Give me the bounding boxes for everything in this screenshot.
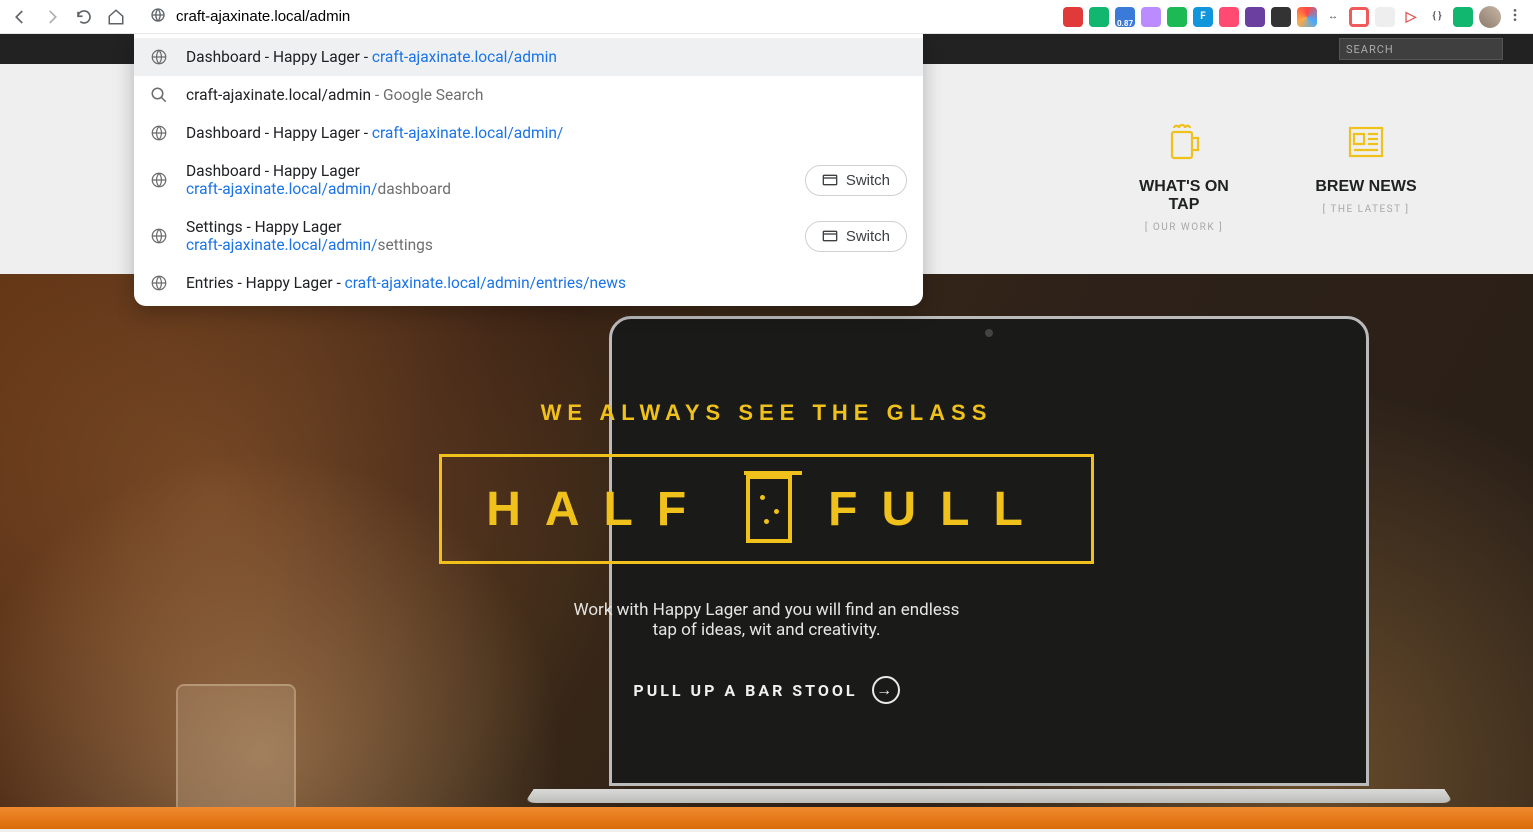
- ext-badge: 0.87: [1115, 19, 1135, 28]
- hero-footer-bar: [0, 807, 1533, 829]
- search-placeholder: SEARCH: [1346, 43, 1394, 56]
- ext-icon[interactable]: [1245, 7, 1265, 27]
- switch-to-tab-button[interactable]: Switch: [805, 165, 907, 196]
- ext-icon[interactable]: [1271, 7, 1291, 27]
- ext-icon[interactable]: { }: [1427, 7, 1447, 27]
- nav-sublabel: [ THE LATEST ]: [1311, 204, 1421, 215]
- hero-cta-link[interactable]: PULL UP A BAR STOOL→: [633, 676, 899, 704]
- suggestion-row[interactable]: Dashboard - Happy Lagercraft-ajaxinate.l…: [134, 152, 923, 208]
- suggestion-row[interactable]: Dashboard - Happy Lager - craft-ajaxinat…: [134, 38, 923, 76]
- suggestion-text: Dashboard - Happy Lagercraft-ajaxinate.l…: [186, 162, 787, 198]
- back-button[interactable]: [10, 7, 30, 27]
- omnibox-suggestions: Dashboard - Happy Lager - craft-ajaxinat…: [134, 34, 923, 306]
- ext-icon[interactable]: [1219, 7, 1239, 27]
- browser-toolbar: 0.87 F ↔ ▷ { }: [0, 0, 1533, 34]
- ext-icon[interactable]: [1453, 7, 1473, 27]
- suggestion-row[interactable]: Settings - Happy Lagercraft-ajaxinate.lo…: [134, 208, 923, 264]
- globe-icon: [150, 171, 168, 189]
- suggestion-text: Dashboard - Happy Lager - craft-ajaxinat…: [186, 124, 907, 142]
- browser-menu-button[interactable]: [1507, 7, 1523, 27]
- site-info-icon[interactable]: [150, 7, 166, 27]
- suggestion-row[interactable]: craft-ajaxinate.local/admin - Google Sea…: [134, 76, 923, 114]
- suggestion-text: Dashboard - Happy Lager - craft-ajaxinat…: [186, 48, 907, 66]
- ext-icon[interactable]: [1167, 7, 1187, 27]
- ext-icon[interactable]: ▷: [1401, 7, 1421, 27]
- hero-section: WE ALWAYS SEE THE GLASS HALF FULL Work w…: [0, 274, 1533, 829]
- address-bar[interactable]: [138, 3, 1051, 31]
- hero-eyebrow: WE ALWAYS SEE THE GLASS: [0, 400, 1533, 426]
- reload-button[interactable]: [74, 7, 94, 27]
- nav-sublabel: [ OUR WORK ]: [1129, 222, 1239, 233]
- ext-icon[interactable]: [1375, 7, 1395, 27]
- switch-to-tab-button[interactable]: Switch: [805, 221, 907, 252]
- nav-item-whats-on-tap[interactable]: WHAT'S ON TAP [ OUR WORK ]: [1129, 120, 1239, 233]
- site-search-input[interactable]: SEARCH: [1339, 38, 1503, 60]
- hero-content: WE ALWAYS SEE THE GLASS HALF FULL Work w…: [0, 400, 1533, 704]
- suggestion-text: Settings - Happy Lagercraft-ajaxinate.lo…: [186, 218, 787, 254]
- arrow-right-icon: →: [872, 676, 900, 704]
- ext-icon-gauge[interactable]: 0.87: [1115, 7, 1135, 27]
- suggestion-text: craft-ajaxinate.local/admin - Google Sea…: [186, 86, 907, 104]
- ext-icon[interactable]: [1089, 7, 1109, 27]
- profile-avatar[interactable]: [1479, 6, 1501, 28]
- ext-icon[interactable]: ↔: [1323, 7, 1343, 27]
- extensions-row: 0.87 F ↔ ▷ { }: [1063, 6, 1523, 28]
- beer-icon: [1162, 120, 1206, 164]
- ext-icon[interactable]: F: [1193, 7, 1213, 27]
- suggestion-text: Entries - Happy Lager - craft-ajaxinate.…: [186, 274, 907, 292]
- ext-icon[interactable]: [1349, 7, 1369, 27]
- forward-button[interactable]: [42, 7, 62, 27]
- hero-word-right: FULL: [828, 482, 1047, 537]
- hero-subtitle: Work with Happy Lager and you will find …: [0, 600, 1533, 640]
- home-button[interactable]: [106, 7, 126, 27]
- nav-item-brew-news[interactable]: BREW NEWS [ THE LATEST ]: [1311, 120, 1421, 215]
- hero-title-box: HALF FULL: [439, 454, 1094, 564]
- globe-icon: [150, 274, 168, 292]
- nav-label: WHAT'S ON TAP: [1129, 178, 1239, 214]
- nav-label: BREW NEWS: [1311, 178, 1421, 196]
- ext-icon[interactable]: [1063, 7, 1083, 27]
- globe-icon: [150, 227, 168, 245]
- url-input[interactable]: [138, 3, 1051, 31]
- newspaper-icon: [1344, 120, 1388, 164]
- ext-icon[interactable]: [1141, 7, 1161, 27]
- suggestion-row[interactable]: Dashboard - Happy Lager - craft-ajaxinat…: [134, 114, 923, 152]
- globe-icon: [150, 48, 168, 66]
- suggestion-row[interactable]: Entries - Happy Lager - craft-ajaxinate.…: [134, 264, 923, 302]
- hero-word-left: HALF: [486, 482, 710, 537]
- globe-icon: [150, 124, 168, 142]
- search-icon: [150, 86, 168, 104]
- ext-icon[interactable]: [1297, 7, 1317, 27]
- glass-icon: [746, 475, 792, 543]
